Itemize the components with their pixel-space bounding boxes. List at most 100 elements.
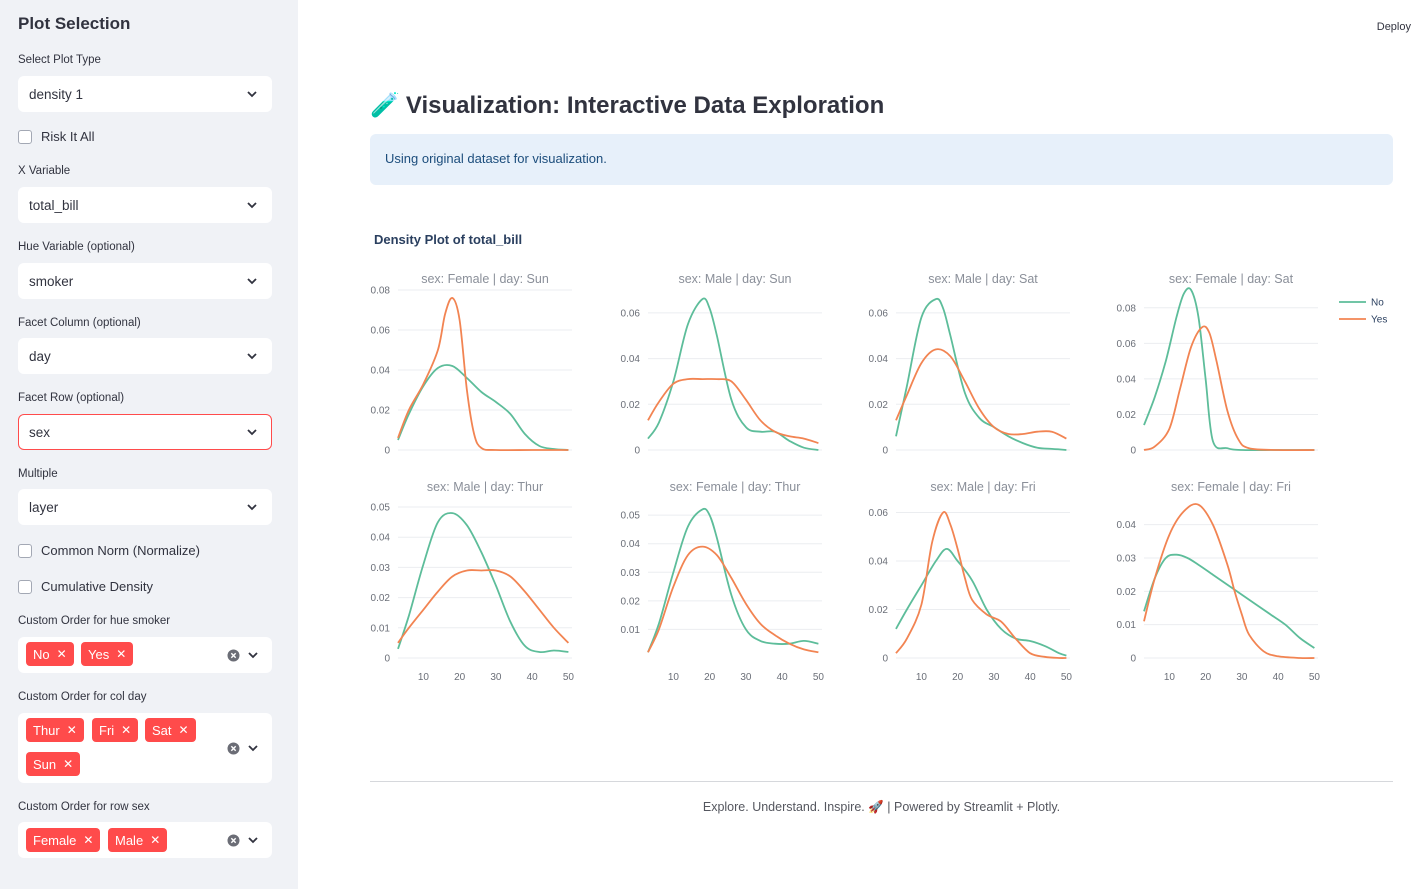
y-tick-label: 0: [384, 654, 390, 665]
close-icon[interactable]: ✕: [150, 833, 160, 847]
tag-label: Thur: [33, 722, 60, 738]
x-tick-label: 40: [1025, 672, 1037, 683]
multiple-label: Multiple: [18, 468, 58, 480]
multiple-select[interactable]: layer: [18, 489, 272, 525]
tag-thur[interactable]: Thur ✕: [26, 718, 84, 742]
x-tick-label: 10: [1164, 672, 1176, 683]
x-tick-label: 20: [952, 672, 964, 683]
tag-yes[interactable]: Yes ✕: [81, 642, 134, 666]
tag-male[interactable]: Male ✕: [108, 828, 168, 852]
page-title: 🧪 Visualization: Interactive Data Explor…: [370, 91, 884, 120]
plot-type-value: density 1: [29, 86, 84, 102]
facet-col-value: day: [29, 348, 51, 364]
x-tick-label: 20: [704, 672, 716, 683]
cumulative-checkbox[interactable]: Cumulative Density: [18, 579, 153, 594]
close-icon[interactable]: ✕: [67, 723, 77, 737]
tag-female[interactable]: Female ✕: [26, 828, 101, 852]
x-tick-label: 50: [563, 672, 575, 683]
y-tick-label: 0: [1130, 446, 1136, 457]
common-norm-checkbox[interactable]: Common Norm (Normalize): [18, 543, 200, 558]
checkbox-box[interactable]: [18, 579, 32, 594]
chevron-down-icon: [245, 198, 259, 212]
order-col-multiselect[interactable]: Thur ✕ Fri ✕ Sat ✕ Sun ✕: [18, 713, 272, 783]
chart-svg[interactable]: sex: Female | day: Sun 0 0.02 0.04 0.06 0.08 s…: [370, 226, 1410, 706]
y-tick-label: 0.06: [621, 308, 641, 319]
y-tick-label: 0.03: [371, 563, 391, 574]
tag-sat[interactable]: Sat ✕: [145, 718, 196, 742]
clear-all-icon[interactable]: [227, 834, 240, 847]
close-icon[interactable]: ✕: [63, 757, 73, 771]
close-icon[interactable]: ✕: [116, 647, 126, 661]
plot-type-select[interactable]: density 1: [18, 76, 272, 112]
density-line-no: [647, 297, 819, 451]
facet-title: sex: Male | day: Sat: [928, 272, 1038, 286]
checkbox-box[interactable]: [18, 543, 32, 558]
y-tick-label: 0.06: [1117, 339, 1137, 350]
tag-fri[interactable]: Fri ✕: [92, 718, 139, 742]
clear-all-icon[interactable]: [227, 649, 240, 662]
y-tick-label: 0.01: [371, 623, 391, 634]
test-tube-icon: 🧪: [370, 92, 400, 119]
footer-text: Explore. Understand. Inspire. 🚀 | Powere…: [702, 800, 1061, 814]
close-icon[interactable]: ✕: [83, 833, 93, 847]
density-chart[interactable]: Density Plot of total_bill sex: Female |…: [370, 226, 1410, 706]
x-variable-select[interactable]: total_bill: [18, 187, 272, 223]
hue-variable-label: Hue Variable (optional): [18, 241, 135, 253]
y-tick-label: 0.04: [1117, 520, 1137, 531]
chevron-down-icon: [246, 833, 260, 847]
y-tick-label: 0.04: [621, 354, 641, 365]
x-tick-label: 50: [1309, 672, 1321, 683]
facet-col-select[interactable]: day: [18, 338, 272, 374]
density-line-no: [397, 364, 569, 451]
facet-title: sex: Female | day: Thur: [670, 480, 801, 494]
checkbox-box[interactable]: [18, 129, 32, 144]
hue-variable-select[interactable]: smoker: [18, 263, 272, 299]
facet-title: sex: Female | day: Fri: [1171, 480, 1291, 494]
tag-label: Sat: [152, 722, 172, 738]
x-variable-value: total_bill: [29, 197, 79, 213]
y-tick-label: 0.01: [1117, 620, 1137, 631]
tag-label: Sun: [33, 756, 57, 772]
y-tick-label: 0.03: [621, 568, 641, 579]
clear-all-icon[interactable]: [227, 742, 240, 755]
tag-label: Male: [115, 832, 144, 848]
y-tick-label: 0.05: [621, 511, 641, 522]
tag-label: Fri: [99, 722, 115, 738]
x-tick-label: 40: [527, 672, 539, 683]
x-tick-label: 20: [1200, 672, 1212, 683]
facet-title: sex: Male | day: Thur: [427, 480, 543, 494]
deploy-button[interactable]: Deploy: [1377, 21, 1411, 33]
close-icon[interactable]: ✕: [57, 647, 67, 661]
order-hue-multiselect[interactable]: No ✕ Yes ✕: [18, 637, 272, 673]
chevron-down-icon: [246, 648, 260, 662]
multiple-value: layer: [29, 499, 59, 515]
tag-label: Female: [33, 832, 77, 848]
y-tick-label: 0.04: [621, 539, 641, 550]
y-tick-label: 0.02: [1117, 587, 1137, 598]
chevron-down-icon: [245, 87, 259, 101]
y-tick-label: 0.02: [869, 400, 889, 411]
y-tick-label: 0: [1130, 654, 1136, 665]
y-tick-label: 0.01: [621, 625, 641, 636]
tag-sun[interactable]: Sun ✕: [26, 752, 81, 776]
tag-no[interactable]: No ✕: [26, 642, 74, 666]
x-tick-label: 50: [1061, 672, 1073, 683]
x-tick-label: 20: [454, 672, 466, 683]
close-icon[interactable]: ✕: [179, 723, 189, 737]
close-icon[interactable]: ✕: [121, 723, 131, 737]
chevron-down-icon: [245, 274, 259, 288]
legend-label: Yes: [1371, 315, 1387, 326]
tag-label: No: [33, 646, 50, 662]
x-tick-label: 10: [916, 672, 928, 683]
facet-row-select[interactable]: sex: [18, 414, 272, 450]
order-row-multiselect[interactable]: Female ✕ Male ✕: [18, 822, 272, 858]
main-area: Deploy 🧪 Visualization: Interactive Data…: [298, 0, 1426, 889]
y-tick-label: 0.02: [1117, 410, 1137, 421]
facet-title: sex: Female | day: Sat: [1169, 272, 1294, 286]
x-variable-label: X Variable: [18, 165, 71, 177]
risk-checkbox[interactable]: Risk It All: [18, 129, 94, 144]
facet-title: sex: Male | day: Fri: [930, 480, 1035, 494]
y-tick-label: 0.05: [371, 503, 391, 514]
cumulative-label: Cumulative Density: [41, 579, 153, 594]
y-tick-label: 0.02: [621, 400, 641, 411]
